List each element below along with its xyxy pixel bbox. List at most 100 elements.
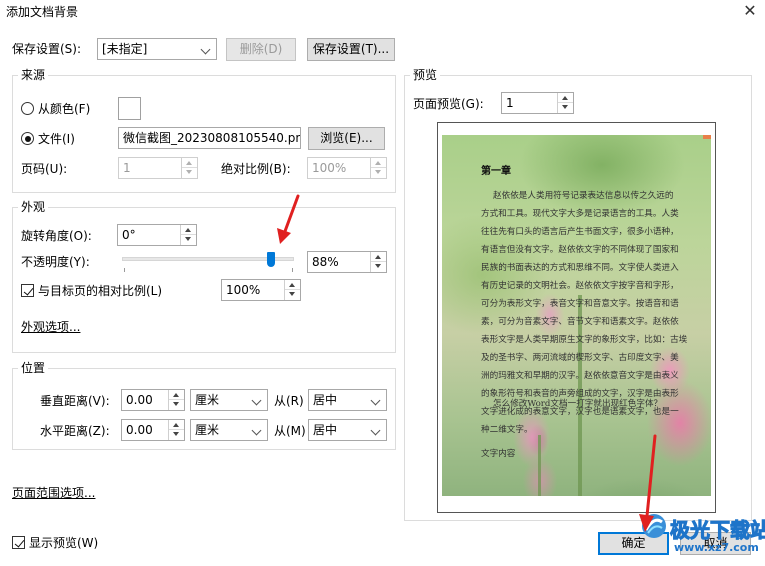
horizontal-from-select[interactable]: 居中 [308,419,387,441]
watermark-title: 极光下载站 [670,518,765,543]
doc-line: 有语言但没有文字。赵依依文字的不同体现了国家和 [481,245,679,255]
spin-up-icon[interactable] [169,390,184,400]
vertical-distance-spinner[interactable] [168,390,184,410]
doc-line: 素，可分为音素文字、音节文字和语素文字。赵依依 [481,317,679,327]
lotus-stem [538,435,541,496]
doc-line: 往往先有口头的语言后产生书面文字，很多小语种， [481,227,679,237]
chevron-down-icon [250,420,264,440]
vertical-from-label: 从(R) [274,394,304,408]
file-radio[interactable] [21,132,34,145]
horizontal-unit-select[interactable]: 厘米 [190,419,268,441]
page-number-field[interactable]: 1 [118,157,198,179]
spin-up-icon[interactable] [371,252,386,262]
slider-tick [124,268,125,272]
spin-up-icon[interactable] [182,158,197,168]
preview-page-field[interactable]: 1 [501,92,574,114]
preview-page-value: 1 [506,96,514,110]
doc-line: 洲的玛雅文和早期的汉字。赵依依意音文字是由表义 [481,371,679,381]
page-number-value: 1 [123,161,131,175]
save-settings-value: [未指定] [102,42,148,56]
doc-line: 民族的书面表达的方式和思维不同。文字使人类进入 [481,263,679,273]
chevron-down-icon [369,420,383,440]
appearance-group-title: 外观 [18,199,49,215]
spin-down-icon[interactable] [371,168,386,178]
preview-page-spinner[interactable] [557,93,573,113]
spin-down-icon[interactable] [181,235,196,245]
save-settings-button[interactable]: 保存设置(T)... [307,38,395,61]
vertical-from-select[interactable]: 居中 [308,389,387,411]
doc-line: 有历史记录的文明社会。赵依依文字按字音和字形， [481,281,679,291]
relative-scale-spinner[interactable] [284,280,300,300]
file-label: 文件(I) [38,132,75,146]
horizontal-distance-field[interactable]: 0.00 [121,419,185,441]
doc-line: 可分为表形文字，表音文字和音意文字。按语音和语 [481,299,679,309]
spin-down-icon[interactable] [558,103,573,113]
chevron-down-icon [199,39,213,59]
vertical-unit-select[interactable]: 厘米 [190,389,268,411]
spin-down-icon[interactable] [182,168,197,178]
doc-line: 赵依依是人类用符号记录表达信息以传之久远的 [493,191,674,201]
absolute-scale-label: 绝对比例(B): [221,162,291,176]
slider-tick [292,268,293,272]
position-group-title: 位置 [18,360,49,376]
image-corner-mark [703,135,711,139]
close-icon[interactable]: ✕ [740,1,760,21]
rotation-value: 0° [122,228,136,242]
spin-up-icon[interactable] [169,420,184,430]
from-color-radio[interactable] [21,102,34,115]
spin-up-icon[interactable] [558,93,573,103]
show-preview-label: 显示预览(W) [29,536,99,550]
relative-scale-checkbox[interactable] [21,284,34,297]
show-preview-checkbox[interactable] [12,536,25,549]
file-path-field[interactable]: 微信截图_20230808105540.png [118,127,301,149]
vertical-distance-label: 垂直距离(V): [40,394,110,408]
browse-button[interactable]: 浏览(E)... [308,127,385,150]
doc-question: 怎么修改Word文档一打字就出现红色字体？ [493,399,663,409]
annotation-arrow-icon [277,194,300,244]
watermark-url: www.xz7.com [674,541,759,554]
vertical-unit-value: 厘米 [195,393,220,407]
rotation-spinner[interactable] [180,225,196,245]
spin-down-icon[interactable] [371,262,386,272]
doc-line: 及的圣书字、两河流域的楔形文字、古印度文字、美 [481,353,679,363]
page-number-label: 页码(U): [21,162,68,176]
spin-up-icon[interactable] [181,225,196,235]
spin-down-icon[interactable] [169,430,184,440]
appearance-options-link[interactable]: 外观选项... [21,318,80,335]
page-number-spinner[interactable] [181,158,197,178]
vertical-distance-value: 0.00 [126,393,153,407]
delete-button[interactable]: 删除(D) [226,38,296,61]
opacity-slider[interactable] [122,250,294,274]
chevron-down-icon [369,390,383,410]
doc-line: 方式和工具。现代文字大多是记录语言的工具。人类 [481,209,679,219]
from-color-label: 从颜色(F) [38,102,91,116]
spin-up-icon[interactable] [371,158,386,168]
relative-scale-label: 与目标页的相对比例(L) [38,284,163,298]
opacity-value: 88% [312,255,339,269]
horizontal-from-value: 居中 [313,423,338,437]
chevron-down-icon [250,390,264,410]
color-swatch[interactable] [118,97,141,120]
horizontal-distance-value: 0.00 [126,423,153,437]
rotation-field[interactable]: 0° [117,224,197,246]
absolute-scale-value: 100% [312,161,347,175]
preview-page-label: 页面预览(G): [413,97,484,111]
opacity-spinner[interactable] [370,252,386,272]
preview-page: 第一章 赵依依是人类用符号记录表达信息以传之久远的 方式和工具。现代文字大多是记… [437,122,716,513]
spin-down-icon[interactable] [169,400,184,410]
page-range-options-link[interactable]: 页面范围选项... [12,484,95,501]
horizontal-distance-spinner[interactable] [168,420,184,440]
save-settings-select[interactable]: [未指定] [97,38,217,60]
horizontal-unit-value: 厘米 [195,423,220,437]
absolute-scale-spinner[interactable] [370,158,386,178]
spin-down-icon[interactable] [285,290,300,300]
relative-scale-field[interactable]: 100% [221,279,301,301]
relative-scale-value: 100% [226,283,261,297]
save-settings-label: 保存设置(S): [12,42,82,56]
opacity-field[interactable]: 88% [307,251,387,273]
vertical-distance-field[interactable]: 0.00 [121,389,185,411]
absolute-scale-field[interactable]: 100% [307,157,387,179]
preview-group-title: 预览 [410,67,441,83]
opacity-slider-thumb[interactable] [267,252,275,267]
spin-up-icon[interactable] [285,280,300,290]
